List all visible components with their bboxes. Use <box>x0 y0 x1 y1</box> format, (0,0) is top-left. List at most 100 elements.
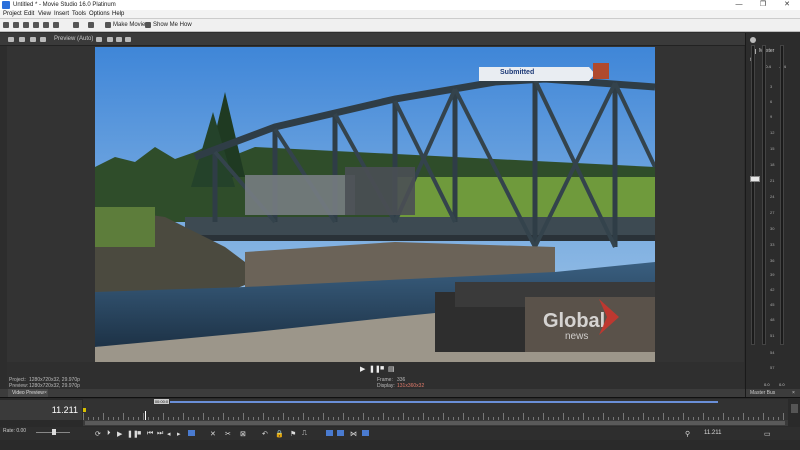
ruler-tick <box>263 413 264 420</box>
save-icon[interactable] <box>23 22 29 28</box>
go-to-end-icon[interactable]: ⏭ <box>157 430 163 438</box>
snapshot-icon[interactable] <box>116 37 122 42</box>
ruler-tick <box>503 413 504 420</box>
timeline-scrollbar[interactable] <box>83 420 788 426</box>
ruler-tick <box>243 413 244 420</box>
transport-bar: ⟳ ⏵ ▶ ❚❚ ■ ⏮ ⏭ ◂ ▸ ✕ ✂ ⊠ ↶ 🔒 ⚑ ⎍ ⋈ ⚲ ▭ <box>0 427 800 440</box>
title-bar: Untitled * - Movie Studio 16.0 Platinum … <box>0 0 800 10</box>
overlay-icon[interactable] <box>40 37 46 42</box>
loop-region-bar[interactable] <box>170 401 718 403</box>
make-movie-icon[interactable] <box>105 22 111 28</box>
preview-toolbar: Preview (Auto) <box>0 33 745 46</box>
split-icon[interactable] <box>19 37 25 42</box>
level-right: 0.0 <box>779 382 785 387</box>
db-tick: 3 <box>770 84 773 89</box>
ruler-tick <box>403 413 404 420</box>
menu-tools[interactable]: Tools <box>72 11 86 17</box>
go-to-start-icon[interactable]: ⏮ <box>147 430 153 438</box>
preview-quality-select[interactable]: Preview (Auto) <box>54 36 93 42</box>
undo-icon[interactable]: ↶ <box>262 430 268 438</box>
save-snapshot-icon[interactable] <box>125 37 131 42</box>
ruler-tick <box>283 413 284 420</box>
menu-options[interactable]: Options <box>89 11 110 17</box>
db-tick: 57 <box>770 365 775 370</box>
tab-master-bus[interactable]: Master Bus <box>750 390 775 396</box>
next-frame-icon[interactable]: ▸ <box>177 430 181 438</box>
marker-flag[interactable]: 00:00:0 <box>154 399 169 404</box>
master-fader-knob[interactable] <box>750 176 760 182</box>
in-point-marker[interactable] <box>83 408 86 412</box>
db-tick: 15 <box>770 146 775 151</box>
ruler-tick <box>363 413 364 420</box>
region-icon[interactable]: ⎍ <box>302 430 307 438</box>
edit-tool-icon[interactable] <box>188 430 195 436</box>
menu-project[interactable]: Project <box>3 11 22 17</box>
ruler-tick <box>663 413 664 420</box>
redo-icon[interactable] <box>88 22 94 28</box>
db-tick: 6 <box>770 99 773 104</box>
split-clip-icon[interactable]: ⊠ <box>240 430 246 438</box>
video-frame[interactable]: Global news Submitted <box>95 47 655 362</box>
make-movie-button[interactable]: Make Movie <box>113 22 145 28</box>
loop-playback-icon[interactable]: ⟳ <box>95 430 101 438</box>
preview-controls: ▶ ❚❚ ■ ▤ <box>7 362 744 376</box>
gear-icon[interactable] <box>750 37 756 43</box>
menu-edit[interactable]: Edit <box>24 11 34 17</box>
meter-left <box>762 45 766 345</box>
close-tab-icon[interactable]: × <box>44 390 47 396</box>
tab-video-preview[interactable]: Video Preview <box>8 389 48 397</box>
play-icon[interactable]: ▶ <box>117 430 122 438</box>
zoom-scroll-button[interactable] <box>791 404 798 413</box>
stop-icon[interactable]: ■ <box>380 365 384 372</box>
menu-help[interactable]: Help <box>112 11 124 17</box>
maximize-button[interactable]: ❐ <box>751 0 775 10</box>
fader-track[interactable] <box>751 45 755 345</box>
help-icon[interactable] <box>145 22 151 28</box>
timeline-scroll-thumb[interactable] <box>85 421 785 425</box>
time-display[interactable]: 11.211 <box>0 400 82 420</box>
auto-ripple-icon[interactable] <box>337 430 344 436</box>
db-tick: 39 <box>770 272 775 277</box>
pause-icon[interactable]: ❚❚ <box>369 365 381 373</box>
settings-icon[interactable] <box>8 37 14 42</box>
rate-slider-knob[interactable] <box>52 429 56 435</box>
menu-view[interactable]: View <box>38 11 51 17</box>
cut-icon[interactable] <box>53 22 59 28</box>
stop-icon[interactable]: ■ <box>137 430 141 437</box>
db-tick: 48 <box>770 317 775 322</box>
snap-icon[interactable] <box>326 430 333 436</box>
play-icon[interactable]: ▶ <box>360 365 365 373</box>
close-button[interactable]: ✕ <box>775 0 799 10</box>
ruler-tick <box>163 413 164 420</box>
ruler-tick <box>423 413 424 420</box>
copy-frame-icon[interactable] <box>107 37 113 42</box>
crossfade-icon[interactable]: ⋈ <box>350 430 357 438</box>
marker-icon[interactable]: ⚑ <box>290 430 296 438</box>
render-icon[interactable] <box>43 22 49 28</box>
envelope-icon[interactable] <box>362 430 369 436</box>
previous-frame-icon[interactable]: ◂ <box>167 430 171 438</box>
watermark-text: Global <box>543 310 605 332</box>
ruler-tick <box>543 413 544 420</box>
view-options-icon[interactable] <box>96 37 102 42</box>
properties-icon[interactable] <box>33 22 39 28</box>
fx-icon[interactable] <box>30 37 36 42</box>
lock-icon[interactable]: 🔒 <box>275 430 284 438</box>
close-master-tab-icon[interactable]: × <box>792 390 795 396</box>
loop-icon[interactable]: ▤ <box>388 365 395 373</box>
ruler-tick <box>523 413 524 420</box>
play-from-start-icon[interactable]: ⏵ <box>107 430 111 438</box>
status-time: 11.211 <box>704 430 722 436</box>
window-title: Untitled * - Movie Studio 16.0 Platinum <box>13 2 116 8</box>
minimize-button[interactable]: — <box>727 0 751 10</box>
location-pin-icon[interactable]: ⚲ <box>685 430 690 438</box>
ruler-tick <box>103 413 104 420</box>
new-project-icon[interactable] <box>3 22 9 28</box>
menu-insert[interactable]: Insert <box>54 11 69 17</box>
delete-icon[interactable]: ✕ <box>210 430 216 438</box>
undo-icon[interactable] <box>73 22 79 28</box>
full-screen-icon[interactable]: ▭ <box>764 430 771 438</box>
open-project-icon[interactable] <box>13 22 19 28</box>
trim-icon[interactable]: ✂ <box>225 430 231 438</box>
show-me-how-button[interactable]: Show Me How <box>153 22 192 28</box>
